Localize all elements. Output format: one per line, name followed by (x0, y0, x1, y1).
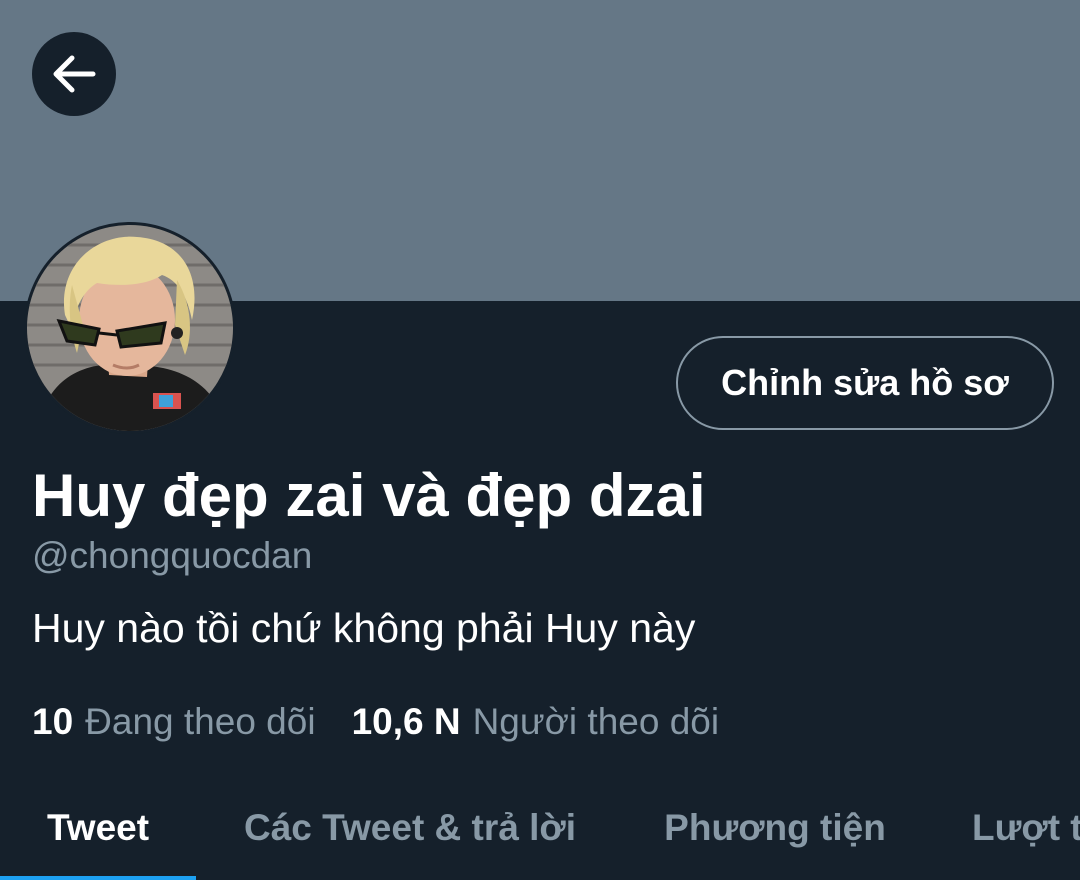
following-stat[interactable]: 10 Đang theo dõi (32, 698, 316, 746)
followers-stat[interactable]: 10,6 N Người theo dõi (352, 698, 720, 746)
followers-label: Người theo dõi (472, 701, 720, 742)
tab-tweets-and-replies-label: Các Tweet & trả lời (244, 807, 576, 848)
tab-media[interactable]: Phương tiện (646, 776, 904, 880)
profile-stats: 10 Đang theo dõi 10,6 N Người theo dõi (32, 698, 719, 746)
back-button[interactable] (32, 32, 116, 116)
profile-display-name: Huy đẹp zai và đẹp dzai (32, 462, 706, 529)
followers-count: 10,6 N (351, 701, 461, 742)
active-tab-indicator (0, 876, 196, 880)
following-count: 10 (32, 701, 74, 742)
profile-tabs: Tweet Các Tweet & trả lời Phương tiện Lư… (0, 776, 1080, 880)
profile-handle: @chongquocdan (32, 535, 313, 576)
tab-tweets[interactable]: Tweet (0, 776, 196, 880)
following-label: Đang theo dõi (85, 701, 316, 742)
tab-media-label: Phương tiện (664, 807, 886, 848)
arrow-left-icon (51, 51, 97, 97)
tab-likes-label: Lượt thích (972, 807, 1080, 848)
profile-bio: Huy nào tồi chứ không phải Huy này (32, 605, 696, 651)
edit-profile-button[interactable]: Chỉnh sửa hồ sơ (676, 336, 1054, 430)
tab-tweets-label: Tweet (46, 807, 150, 848)
profile-avatar[interactable] (24, 222, 236, 434)
tab-tweets-and-replies[interactable]: Các Tweet & trả lời (220, 776, 600, 880)
tab-likes[interactable]: Lượt thích (950, 776, 1080, 880)
